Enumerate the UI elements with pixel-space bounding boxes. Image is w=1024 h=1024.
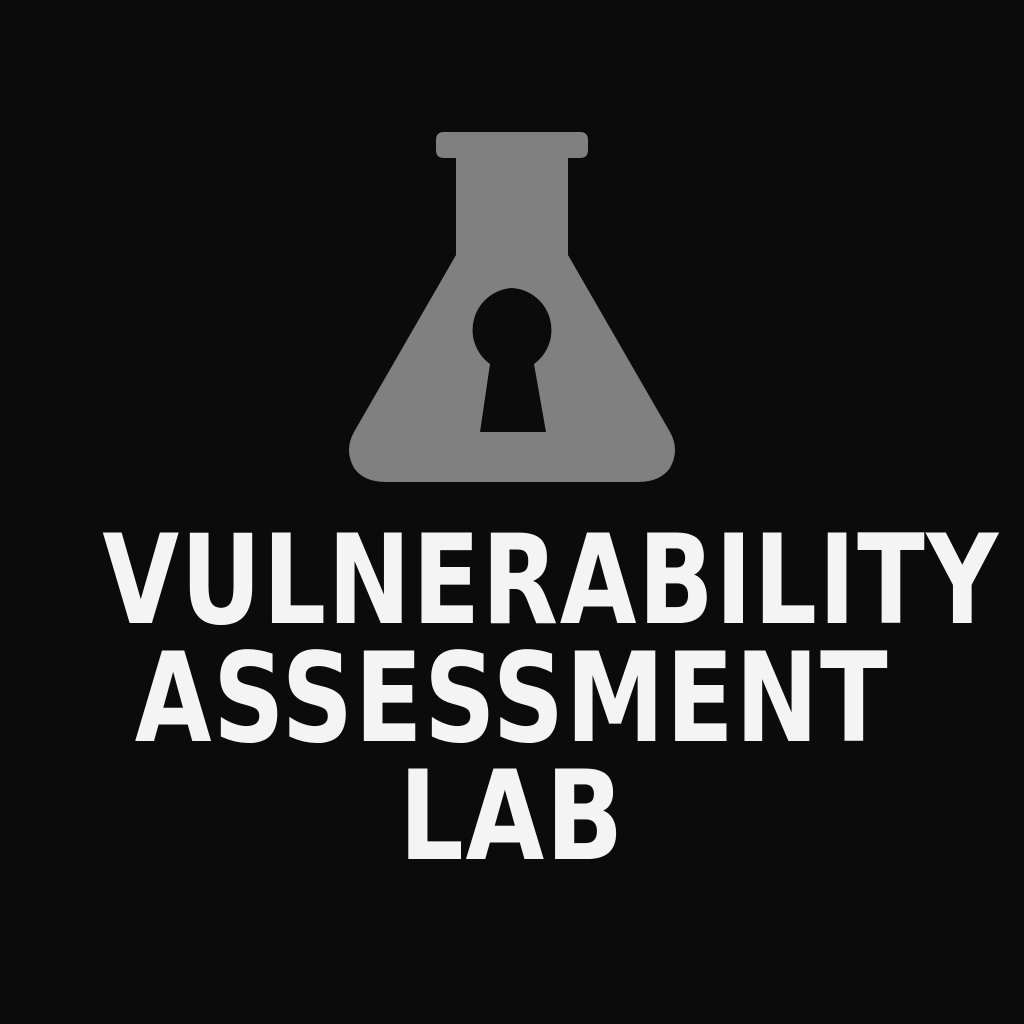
logo: VULNERABILITY ASSESSMENT LAB [0, 0, 1024, 1024]
title-line-2: ASSESSMENT [134, 627, 890, 771]
title-line-3: LAB [399, 745, 625, 889]
flask-keyhole-icon [349, 132, 675, 482]
logo-title: VULNERABILITY ASSESSMENT LAB [0, 509, 1024, 889]
title-line-1: VULNERABILITY [102, 509, 1000, 653]
